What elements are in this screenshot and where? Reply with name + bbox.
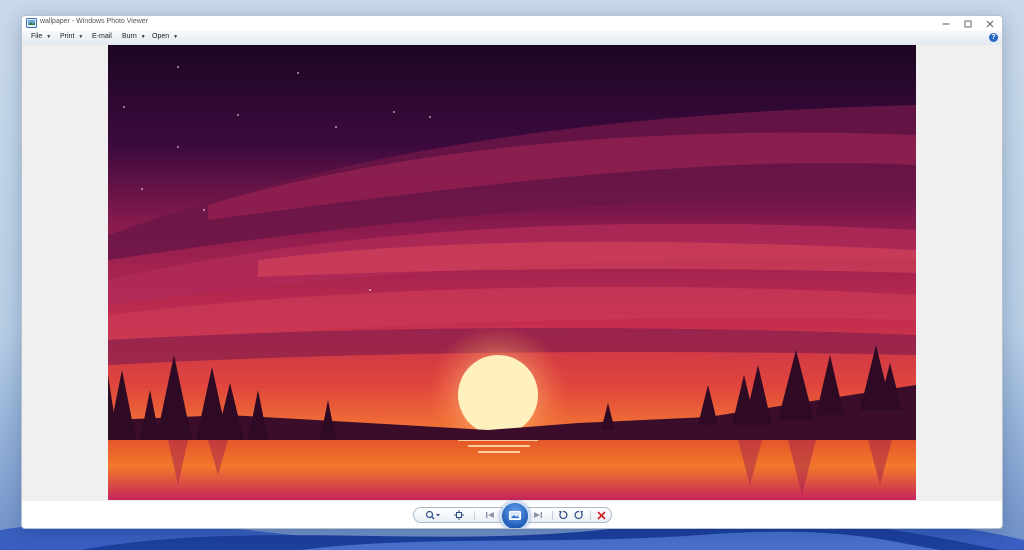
menu-open-label: Open bbox=[152, 33, 170, 40]
close-icon bbox=[986, 20, 994, 27]
next-button[interactable] bbox=[528, 508, 548, 522]
menu-print-label: Print bbox=[60, 33, 75, 40]
rotate-clockwise-icon bbox=[574, 510, 583, 520]
menu-burn-label: Burn bbox=[122, 33, 137, 40]
rotate-counterclockwise-icon bbox=[559, 510, 568, 520]
chevron-down-icon: ▼ bbox=[46, 33, 52, 40]
window-title: wallpaper - Windows Photo Viewer bbox=[40, 18, 149, 25]
actual-size-button[interactable] bbox=[452, 508, 466, 522]
maximize-button[interactable] bbox=[956, 16, 980, 31]
previous-button[interactable] bbox=[480, 508, 500, 522]
close-button[interactable] bbox=[978, 16, 1002, 31]
previous-icon bbox=[486, 512, 494, 518]
displayed-photo bbox=[108, 45, 916, 500]
help-button[interactable]: ? bbox=[989, 33, 998, 42]
menu-email[interactable]: E-mail bbox=[92, 33, 112, 40]
image-viewport bbox=[22, 45, 1002, 501]
zoom-button[interactable] bbox=[424, 508, 442, 522]
delete-button[interactable] bbox=[594, 508, 608, 522]
minimize-button[interactable] bbox=[934, 16, 958, 31]
bottom-toolbar bbox=[22, 501, 1002, 528]
menu-email-label: E-mail bbox=[92, 33, 112, 40]
zoom-icon bbox=[425, 510, 440, 520]
menu-file-label: File bbox=[31, 33, 43, 40]
chevron-down-icon: ▼ bbox=[173, 33, 179, 40]
next-icon bbox=[534, 512, 542, 518]
delete-icon bbox=[596, 510, 606, 520]
separator bbox=[474, 511, 475, 520]
rotate-clockwise-button[interactable] bbox=[572, 508, 586, 522]
actual-size-icon bbox=[454, 510, 464, 520]
rotate-counterclockwise-button[interactable] bbox=[556, 508, 570, 522]
chevron-down-icon: ▼ bbox=[78, 33, 84, 40]
minimize-icon bbox=[942, 23, 950, 24]
separator bbox=[590, 511, 591, 520]
menu-file[interactable]: File ▼ bbox=[31, 33, 51, 40]
title-bar[interactable]: wallpaper - Windows Photo Viewer bbox=[22, 16, 1002, 31]
menu-open[interactable]: Open ▼ bbox=[152, 33, 178, 40]
photo-viewer-app-icon bbox=[26, 18, 37, 28]
menu-bar: File ▼ Print ▼ E-mail Burn ▼ Open ▼ ? bbox=[22, 31, 1002, 46]
slideshow-icon bbox=[509, 511, 521, 520]
chevron-down-icon: ▼ bbox=[140, 33, 146, 40]
separator bbox=[552, 511, 553, 520]
menu-burn[interactable]: Burn ▼ bbox=[122, 33, 146, 40]
slideshow-button[interactable] bbox=[500, 501, 530, 528]
menu-print[interactable]: Print ▼ bbox=[60, 33, 83, 40]
maximize-icon bbox=[964, 20, 972, 27]
photo-viewer-window: wallpaper - Windows Photo Viewer File ▼ … bbox=[21, 15, 1003, 529]
